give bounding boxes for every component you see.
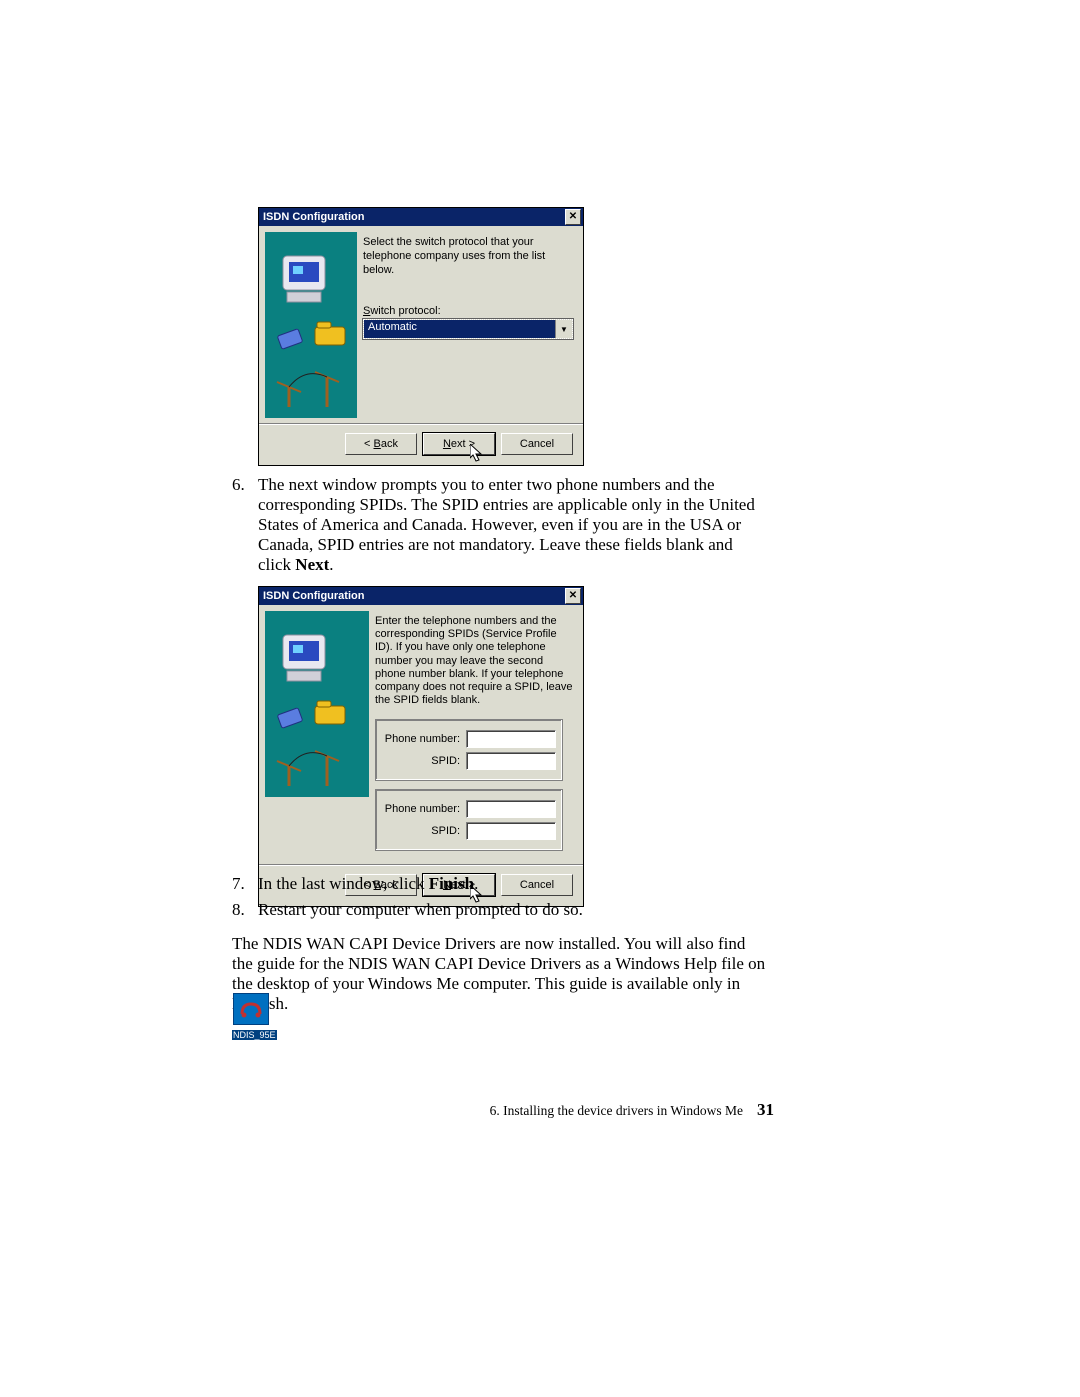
phone-number-label: Phone number: [382, 733, 466, 745]
spid-label: SPID: [382, 825, 466, 837]
step-text: Restart your computer when prompted to d… [258, 900, 768, 920]
spid-input-1[interactable] [466, 752, 556, 770]
phone-number-input-2[interactable] [466, 800, 556, 818]
switch-protocol-label: SSwitch protocol:witch protocol: [363, 305, 573, 317]
phone-group-1: Phone number: SPID: [375, 719, 563, 781]
wizard-graphic [265, 232, 357, 418]
ndis-icon-label: NDIS_95E [232, 1030, 277, 1040]
phone-number-input-1[interactable] [466, 730, 556, 748]
footer-section: 6. Installing the device drivers in Wind… [490, 1103, 743, 1119]
cursor-icon [470, 444, 486, 464]
step-number: 7. [232, 874, 245, 894]
phone-group-2: Phone number: SPID: [375, 789, 563, 851]
dialog-title: ISDN Configuration [263, 590, 364, 602]
close-button[interactable]: ✕ [565, 588, 581, 604]
phone-number-label: Phone number: [382, 803, 466, 815]
instruction-text: Enter the telephone numbers and the corr… [375, 615, 573, 707]
spid-input-2[interactable] [466, 822, 556, 840]
switch-protocol-select[interactable]: Automatic ▼ [363, 319, 573, 339]
step-text-bold: Next [295, 555, 329, 574]
page-number: 31 [757, 1100, 774, 1120]
button-row: < Back Next > Cancel [259, 424, 583, 465]
ndis-desktop-icon: NDIS_95E [232, 993, 270, 1043]
step-7: 7. In the last window, click Finish. [232, 874, 768, 894]
titlebar: ISDN Configuration ✕ [259, 587, 583, 605]
step-text: In the last window, click [258, 874, 429, 893]
switch-protocol-value: Automatic [364, 320, 555, 338]
step-8: 8. Restart your computer when prompted t… [232, 900, 768, 920]
dialog-title: ISDN Configuration [263, 211, 364, 223]
isdn-dialog-1: ISDN Configuration ✕ [258, 207, 584, 466]
close-icon: ✕ [569, 212, 577, 222]
step-number: 8. [232, 900, 245, 920]
cancel-button[interactable]: Cancel [501, 433, 573, 455]
page-footer: 6. Installing the device drivers in Wind… [490, 1100, 774, 1120]
dropdown-icon[interactable]: ▼ [555, 320, 572, 338]
close-icon: ✕ [569, 591, 577, 601]
spid-label: SPID: [382, 755, 466, 767]
isdn-dialog-2: ISDN Configuration ✕ [258, 586, 584, 907]
ndis-icon-graphic [233, 993, 269, 1025]
next-button[interactable]: Next > [423, 433, 495, 455]
step-text-bold: Finish [429, 874, 474, 893]
wizard-graphic [265, 611, 369, 797]
step-6: 6. The next window prompts you to enter … [232, 475, 768, 575]
titlebar: ISDN Configuration ✕ [259, 208, 583, 226]
step-number: 6. [232, 475, 245, 495]
page: ISDN Configuration ✕ [0, 0, 1080, 1397]
instruction-text: Select the switch protocol that your tel… [363, 236, 573, 277]
back-button[interactable]: < Back [345, 433, 417, 455]
final-paragraph: The NDIS WAN CAPI Device Drivers are now… [232, 934, 768, 1014]
close-button[interactable]: ✕ [565, 209, 581, 225]
